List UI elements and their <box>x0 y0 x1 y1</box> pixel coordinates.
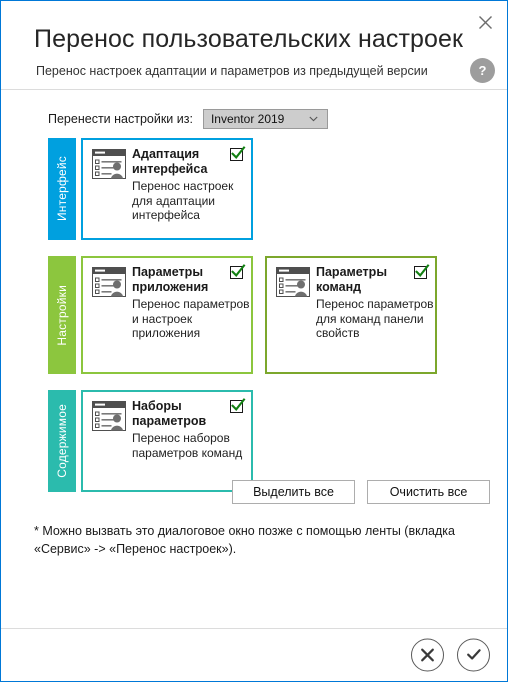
card-description: Перенос настроек для адаптации интерфейс… <box>132 179 234 222</box>
settings-card[interactable]: Наборы параметров Перенос наборов парамет… <box>81 390 253 492</box>
source-version-label: Перенести настройки из: <box>48 112 193 126</box>
source-version-select[interactable]: Inventor 2019 <box>202 109 328 129</box>
user-settings-window-icon <box>92 149 126 179</box>
clear-all-button[interactable]: Очистить все <box>367 480 490 504</box>
page-subtitle: Перенос настроек адаптации и параметров … <box>36 64 428 78</box>
settings-group: Настройки Параметры приложения Перенос пар… <box>48 256 437 374</box>
group-tab-1: Интерфейс <box>48 138 76 240</box>
group-cards: Адаптация интерфейса Перенос настроек для… <box>81 138 253 240</box>
footnote-text: * Можно вызвать это диалоговое окно позж… <box>34 524 455 556</box>
dialog-footer <box>1 629 507 680</box>
select-all-button[interactable]: Выделить все <box>232 480 355 504</box>
close-x-icon <box>419 646 436 663</box>
settings-group: Интерфейс Адаптация интерфейса Перенос нас… <box>48 138 253 240</box>
help-icon: ? <box>478 63 487 78</box>
user-settings-window-icon <box>276 267 310 297</box>
settings-card[interactable]: Адаптация интерфейса Перенос настроек для… <box>81 138 253 240</box>
card-title: Адаптация интерфейса <box>132 147 208 176</box>
close-button[interactable] <box>472 10 498 34</box>
card-checkbox[interactable] <box>230 398 246 413</box>
close-icon <box>478 15 493 30</box>
group-tab-2: Настройки <box>48 256 76 374</box>
group-tab-label: Настройки <box>55 284 69 346</box>
page-title: Перенос пользовательских настроек <box>34 25 464 53</box>
user-settings-window-icon <box>92 401 126 431</box>
settings-card[interactable]: Параметры приложения Перенос параметров и… <box>81 256 253 374</box>
card-checkbox[interactable] <box>230 146 246 161</box>
dialog-body: Перенести настройки из: Inventor 2019 Ин… <box>1 90 507 629</box>
check-icon <box>465 646 483 664</box>
card-title: Параметры приложения <box>132 265 209 294</box>
dialog-header: Перенос пользовательских настроек Перено… <box>1 1 507 90</box>
card-checkbox[interactable] <box>230 264 246 279</box>
user-settings-window-icon <box>92 267 126 297</box>
card-checkbox[interactable] <box>414 264 430 279</box>
group-tab-label: Содержимое <box>55 404 69 478</box>
card-description: Перенос параметров и настроек приложения <box>132 297 250 340</box>
card-description: Перенос параметров для команд панели сво… <box>316 297 434 340</box>
card-description: Перенос наборов параметров команд <box>132 431 243 460</box>
cancel-button[interactable] <box>411 638 444 671</box>
group-tab-3: Содержимое <box>48 390 76 492</box>
help-button[interactable]: ? <box>470 58 495 83</box>
bulk-action-buttons: Выделить все Очистить все <box>232 480 490 504</box>
settings-card[interactable]: Параметры команд Перенос параметров для к… <box>265 256 437 374</box>
source-version-row: Перенести настройки из: Inventor 2019 <box>48 109 328 129</box>
group-tab-label: Интерфейс <box>55 156 69 222</box>
settings-group: Содержимое Наборы параметров Перенос набор… <box>48 390 253 492</box>
card-title: Параметры команд <box>316 265 387 294</box>
card-title: Наборы параметров <box>132 399 207 428</box>
transfer-settings-dialog: Перенос пользовательских настроек Перено… <box>0 0 508 682</box>
chevron-down-icon <box>309 116 318 122</box>
source-version-value: Inventor 2019 <box>210 112 285 126</box>
ok-button[interactable] <box>457 638 490 671</box>
footer-actions <box>411 638 490 671</box>
group-cards: Параметры приложения Перенос параметров и… <box>81 256 437 374</box>
group-cards: Наборы параметров Перенос наборов парамет… <box>81 390 253 492</box>
